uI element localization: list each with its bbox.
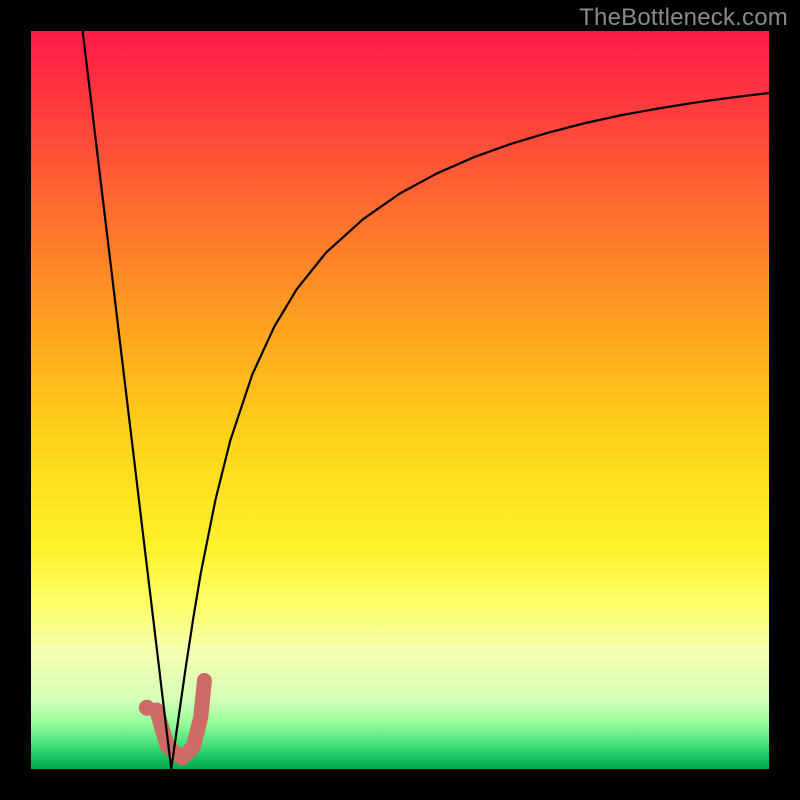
chart-frame: TheBottleneck.com bbox=[0, 0, 800, 800]
gradient-background bbox=[31, 31, 769, 769]
marker-dot bbox=[139, 700, 155, 716]
chart-svg bbox=[31, 31, 769, 769]
chart-plot-area bbox=[31, 31, 769, 769]
watermark-text: TheBottleneck.com bbox=[579, 4, 788, 32]
